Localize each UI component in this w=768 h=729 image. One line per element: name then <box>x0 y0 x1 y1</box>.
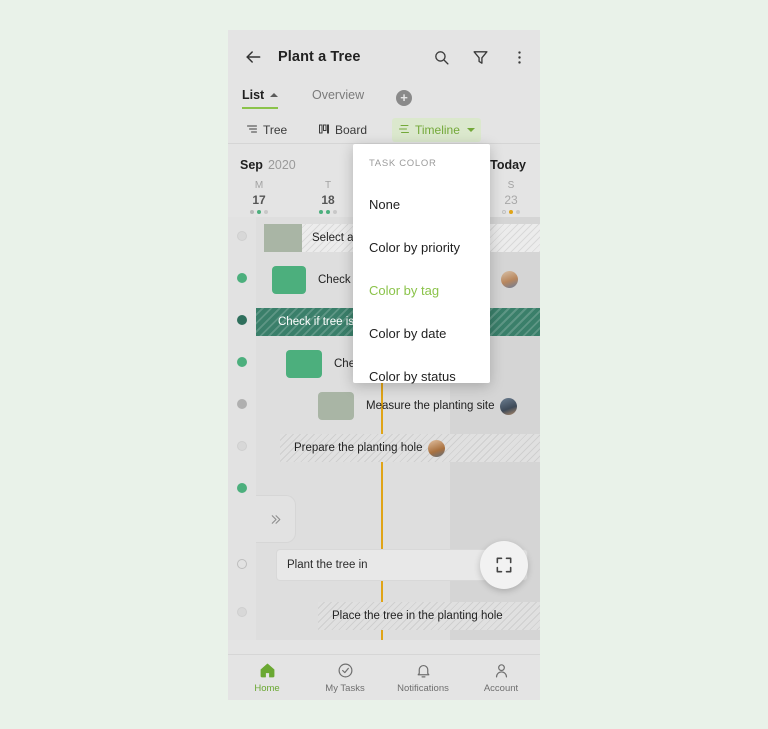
chevron-down-icon[interactable] <box>466 128 475 132</box>
menu-item-color-by-status[interactable]: Color by status <box>353 355 490 398</box>
phone-frame: Plant a Tree List Overview + Tree Board … <box>228 30 540 700</box>
today-label: Today <box>490 158 526 172</box>
row-status-dot[interactable] <box>237 559 247 569</box>
day-column-23[interactable]: S 23 <box>494 180 528 214</box>
person-icon <box>493 662 510 680</box>
month-name: Sep <box>240 158 263 172</box>
nav-my-tasks-label: My Tasks <box>325 682 365 694</box>
day-dots <box>311 210 345 214</box>
day-of-week: S <box>507 180 515 191</box>
nav-home-label: Home <box>254 682 280 694</box>
row-status-dot[interactable] <box>237 441 247 451</box>
add-tab-button[interactable]: + <box>396 90 412 106</box>
nav-home[interactable]: Home <box>228 655 306 700</box>
expand-sidebar-button[interactable] <box>256 495 296 543</box>
tree-view-icon <box>246 123 258 138</box>
day-column-18[interactable]: T 18 <box>311 180 345 214</box>
row-status-dot[interactable] <box>237 357 247 367</box>
task-color-block <box>264 224 302 252</box>
row-status-dot[interactable] <box>237 315 247 325</box>
row-status-dot[interactable] <box>237 399 247 409</box>
menu-item-color-by-tag[interactable]: Color by tag <box>353 269 490 312</box>
arrow-left-icon[interactable] <box>240 44 266 70</box>
page-title: Plant a Tree <box>278 49 361 65</box>
tab-overview[interactable]: Overview <box>312 88 364 102</box>
task-title: Place the tree in the planting hole <box>332 610 503 622</box>
day-column-17[interactable]: M 17 <box>242 180 276 214</box>
task-color-block <box>286 350 322 378</box>
row-status-dot[interactable] <box>237 483 247 493</box>
tab-tree-label: Tree <box>263 123 288 137</box>
app-bar: Plant a Tree <box>228 30 540 84</box>
day-number: 17 <box>252 193 266 207</box>
bell-icon <box>415 662 432 680</box>
appbar-actions <box>428 44 532 70</box>
primary-tab-bar: List Overview + <box>228 84 540 116</box>
bottom-navigation: Home My Tasks Notifications Account <box>228 654 540 700</box>
task-color-block <box>272 266 306 294</box>
day-number: 23 <box>504 193 518 207</box>
tab-timeline[interactable]: Timeline <box>392 118 481 142</box>
avatar[interactable] <box>427 439 445 457</box>
avatar[interactable] <box>499 397 517 415</box>
page-root: Plant a Tree List Overview + Tree Board … <box>0 0 768 729</box>
task-bar[interactable]: Place the tree in the planting hole <box>318 602 540 630</box>
chevron-up-icon <box>270 93 279 97</box>
day-of-week: T <box>324 180 332 191</box>
secondary-tab-bar: Tree Board Timeline <box>228 116 540 144</box>
task-title: Measure the planting site <box>366 400 495 412</box>
filter-icon[interactable] <box>467 44 493 70</box>
day-dots <box>242 210 276 214</box>
row-status-dot[interactable] <box>237 607 247 617</box>
timeline-view-icon <box>398 123 410 138</box>
board-view-icon <box>318 123 330 138</box>
nav-account[interactable]: Account <box>462 655 540 700</box>
nav-my-tasks[interactable]: My Tasks <box>306 655 384 700</box>
fullscreen-icon[interactable] <box>480 541 528 589</box>
timeline-row[interactable]: Prepare the planting hole <box>256 427 540 469</box>
timeline-row[interactable]: Place the tree in the planting hole <box>256 595 540 637</box>
tab-list-label: List <box>242 88 265 102</box>
day-dots <box>494 210 528 214</box>
menu-header: TASK COLOR <box>369 158 437 169</box>
task-color-block <box>318 392 354 420</box>
menu-item-none[interactable]: None <box>353 183 490 226</box>
home-icon <box>259 662 276 680</box>
menu-item-color-by-priority[interactable]: Color by priority <box>353 226 490 269</box>
task-color-menu[interactable]: TASK COLOR None Color by priority Color … <box>353 144 490 384</box>
avatar[interactable] <box>501 271 518 288</box>
nav-notifications-label: Notifications <box>397 682 449 694</box>
row-status-dot[interactable] <box>237 231 247 241</box>
tab-board-label: Board <box>335 123 368 137</box>
task-bar[interactable]: Prepare the planting hole <box>280 434 540 462</box>
tab-overview-label: Overview <box>312 88 365 102</box>
month-label: Sep 2020 <box>240 158 296 172</box>
check-circle-icon <box>337 662 354 680</box>
tab-timeline-label: Timeline <box>415 123 460 137</box>
tab-tree[interactable]: Tree <box>240 118 293 142</box>
tab-board[interactable]: Board <box>312 118 373 142</box>
nav-account-label: Account <box>483 682 519 694</box>
search-icon[interactable] <box>428 44 454 70</box>
more-vertical-icon[interactable] <box>506 44 532 70</box>
task-title: Prepare the planting hole <box>294 442 423 454</box>
menu-item-color-by-date[interactable]: Color by date <box>353 312 490 355</box>
year-label: 2020 <box>267 158 296 172</box>
tab-list[interactable]: List <box>242 88 279 109</box>
nav-notifications[interactable]: Notifications <box>384 655 462 700</box>
row-status-dot[interactable] <box>237 273 247 283</box>
day-of-week: M <box>254 180 264 191</box>
day-number: 18 <box>321 193 335 207</box>
